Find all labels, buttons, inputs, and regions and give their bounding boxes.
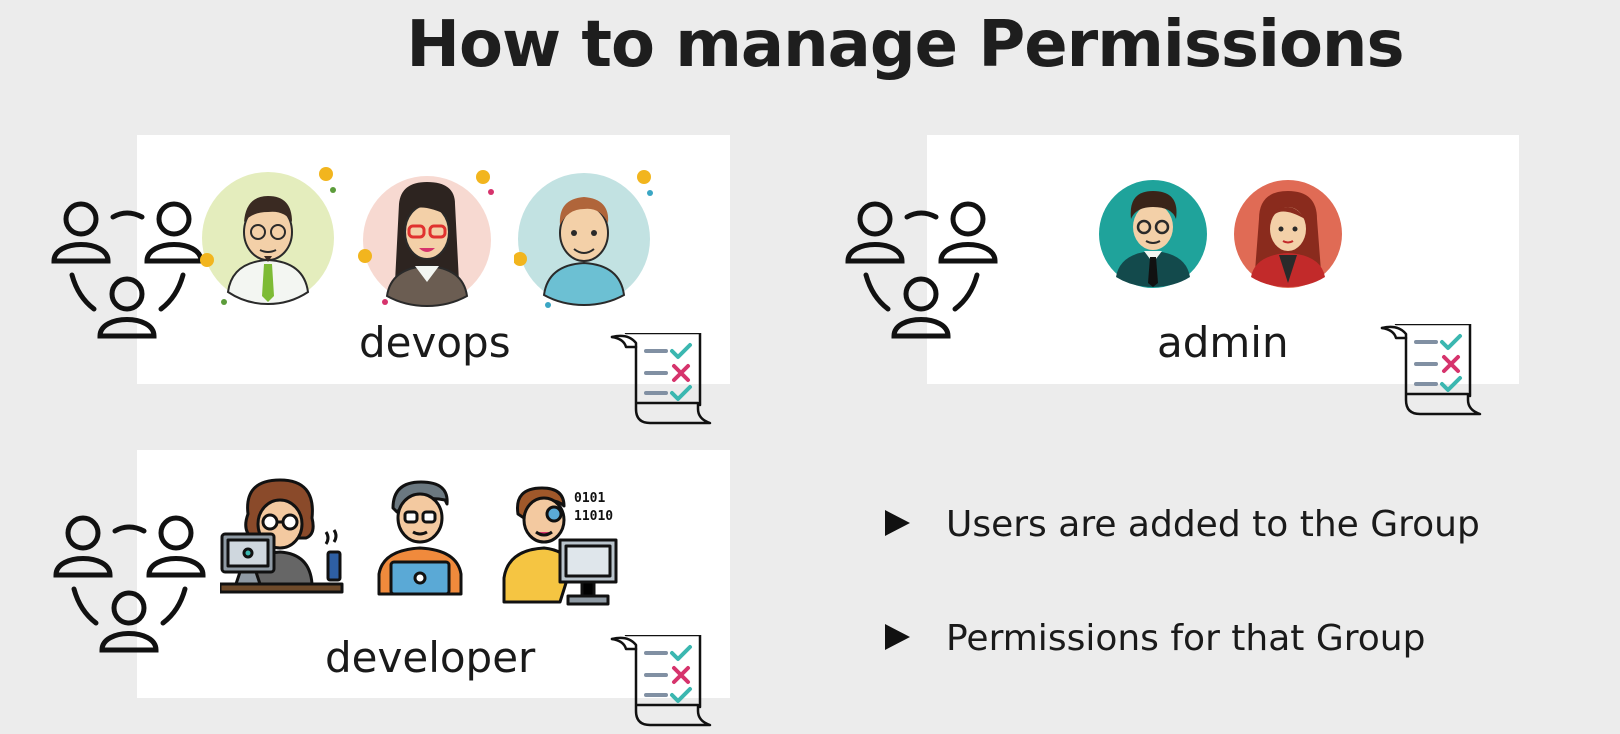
group-icon — [50, 197, 205, 344]
bullet-text: Users are added to the Group — [946, 504, 1480, 545]
developer-laptop-coffee-icon — [220, 474, 346, 600]
devops-group-label: devops — [359, 318, 511, 367]
play-arrow-icon — [885, 624, 910, 650]
play-arrow-icon — [885, 510, 910, 536]
permissions-checklist-icon — [610, 333, 714, 425]
developer-laptop-icon — [375, 478, 465, 598]
svg-text:0101: 0101 — [574, 491, 605, 506]
svg-text:11010: 11010 — [574, 509, 613, 524]
man-suit-glasses-avatar — [1098, 179, 1208, 289]
group-icon — [52, 511, 207, 658]
woman-red-glasses-avatar — [357, 164, 502, 309]
group-icon — [844, 197, 999, 344]
admin-group-label: admin — [1157, 318, 1289, 367]
bullet-item: Users are added to the Group — [885, 504, 1480, 545]
permissions-checklist-icon — [1380, 324, 1484, 416]
developer-binary-monitor-icon: 0101 11010 — [500, 484, 624, 608]
bullet-text: Permissions for that Group — [946, 618, 1426, 659]
developer-group-label: developer — [325, 633, 536, 682]
bullet-item: Permissions for that Group — [885, 618, 1425, 659]
slide-title: How to manage Permissions — [406, 8, 1404, 82]
woman-red-hair-avatar — [1233, 179, 1343, 289]
man-blue-shirt-avatar — [514, 163, 659, 308]
man-glasses-tie-avatar — [200, 162, 345, 307]
permissions-checklist-icon — [610, 635, 714, 727]
slide: How to manage Permissions devops admin 0… — [0, 0, 1620, 734]
